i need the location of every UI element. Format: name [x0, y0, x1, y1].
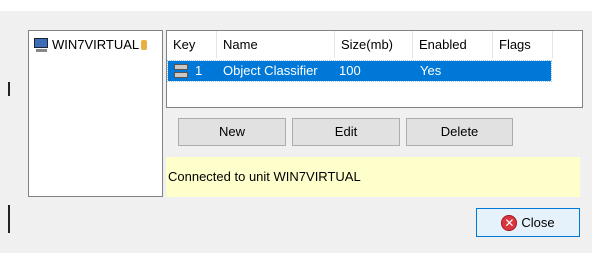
column-header-flags[interactable]: Flags	[493, 31, 553, 58]
close-label: Close	[521, 215, 555, 230]
row-size: 100	[339, 63, 361, 78]
computer-icon	[33, 37, 50, 52]
row-enabled: Yes	[420, 63, 442, 78]
close-icon: ✕	[501, 214, 518, 231]
column-header-size[interactable]: Size(mb)	[335, 31, 413, 58]
row-key: 1	[195, 63, 203, 78]
close-button[interactable]: ✕ Close	[476, 208, 580, 237]
list-header: Key Name Size(mb) Enabled Flags	[167, 31, 553, 58]
row-name: Object Classifier	[223, 63, 318, 78]
status-bar: Connected to unit WIN7VIRTUAL	[166, 157, 580, 197]
unit-tree[interactable]: WIN7VIRTUAL	[28, 30, 163, 197]
tree-overflow-icon	[141, 39, 148, 50]
edit-button[interactable]: Edit	[292, 118, 400, 146]
status-text: Connected to unit WIN7VIRTUAL	[168, 169, 361, 184]
column-header-enabled[interactable]: Enabled	[413, 31, 493, 58]
list-row-selected[interactable]: 1 Object Classifier 100 Yes	[167, 60, 552, 82]
column-header-name[interactable]: Name	[217, 31, 335, 58]
window-edge-mark	[8, 82, 10, 96]
tree-node-label: WIN7VIRTUAL	[52, 37, 140, 52]
column-header-key[interactable]: Key	[167, 31, 217, 58]
classifier-list[interactable]: Key Name Size(mb) Enabled Flags 1 Object…	[166, 30, 583, 108]
window-top-strip	[0, 0, 592, 11]
window-edge-mark	[8, 205, 10, 233]
delete-button[interactable]: Delete	[406, 118, 513, 146]
classifier-icon	[174, 64, 188, 78]
tree-node-unit[interactable]: WIN7VIRTUAL	[33, 37, 148, 52]
new-button[interactable]: New	[178, 118, 286, 146]
